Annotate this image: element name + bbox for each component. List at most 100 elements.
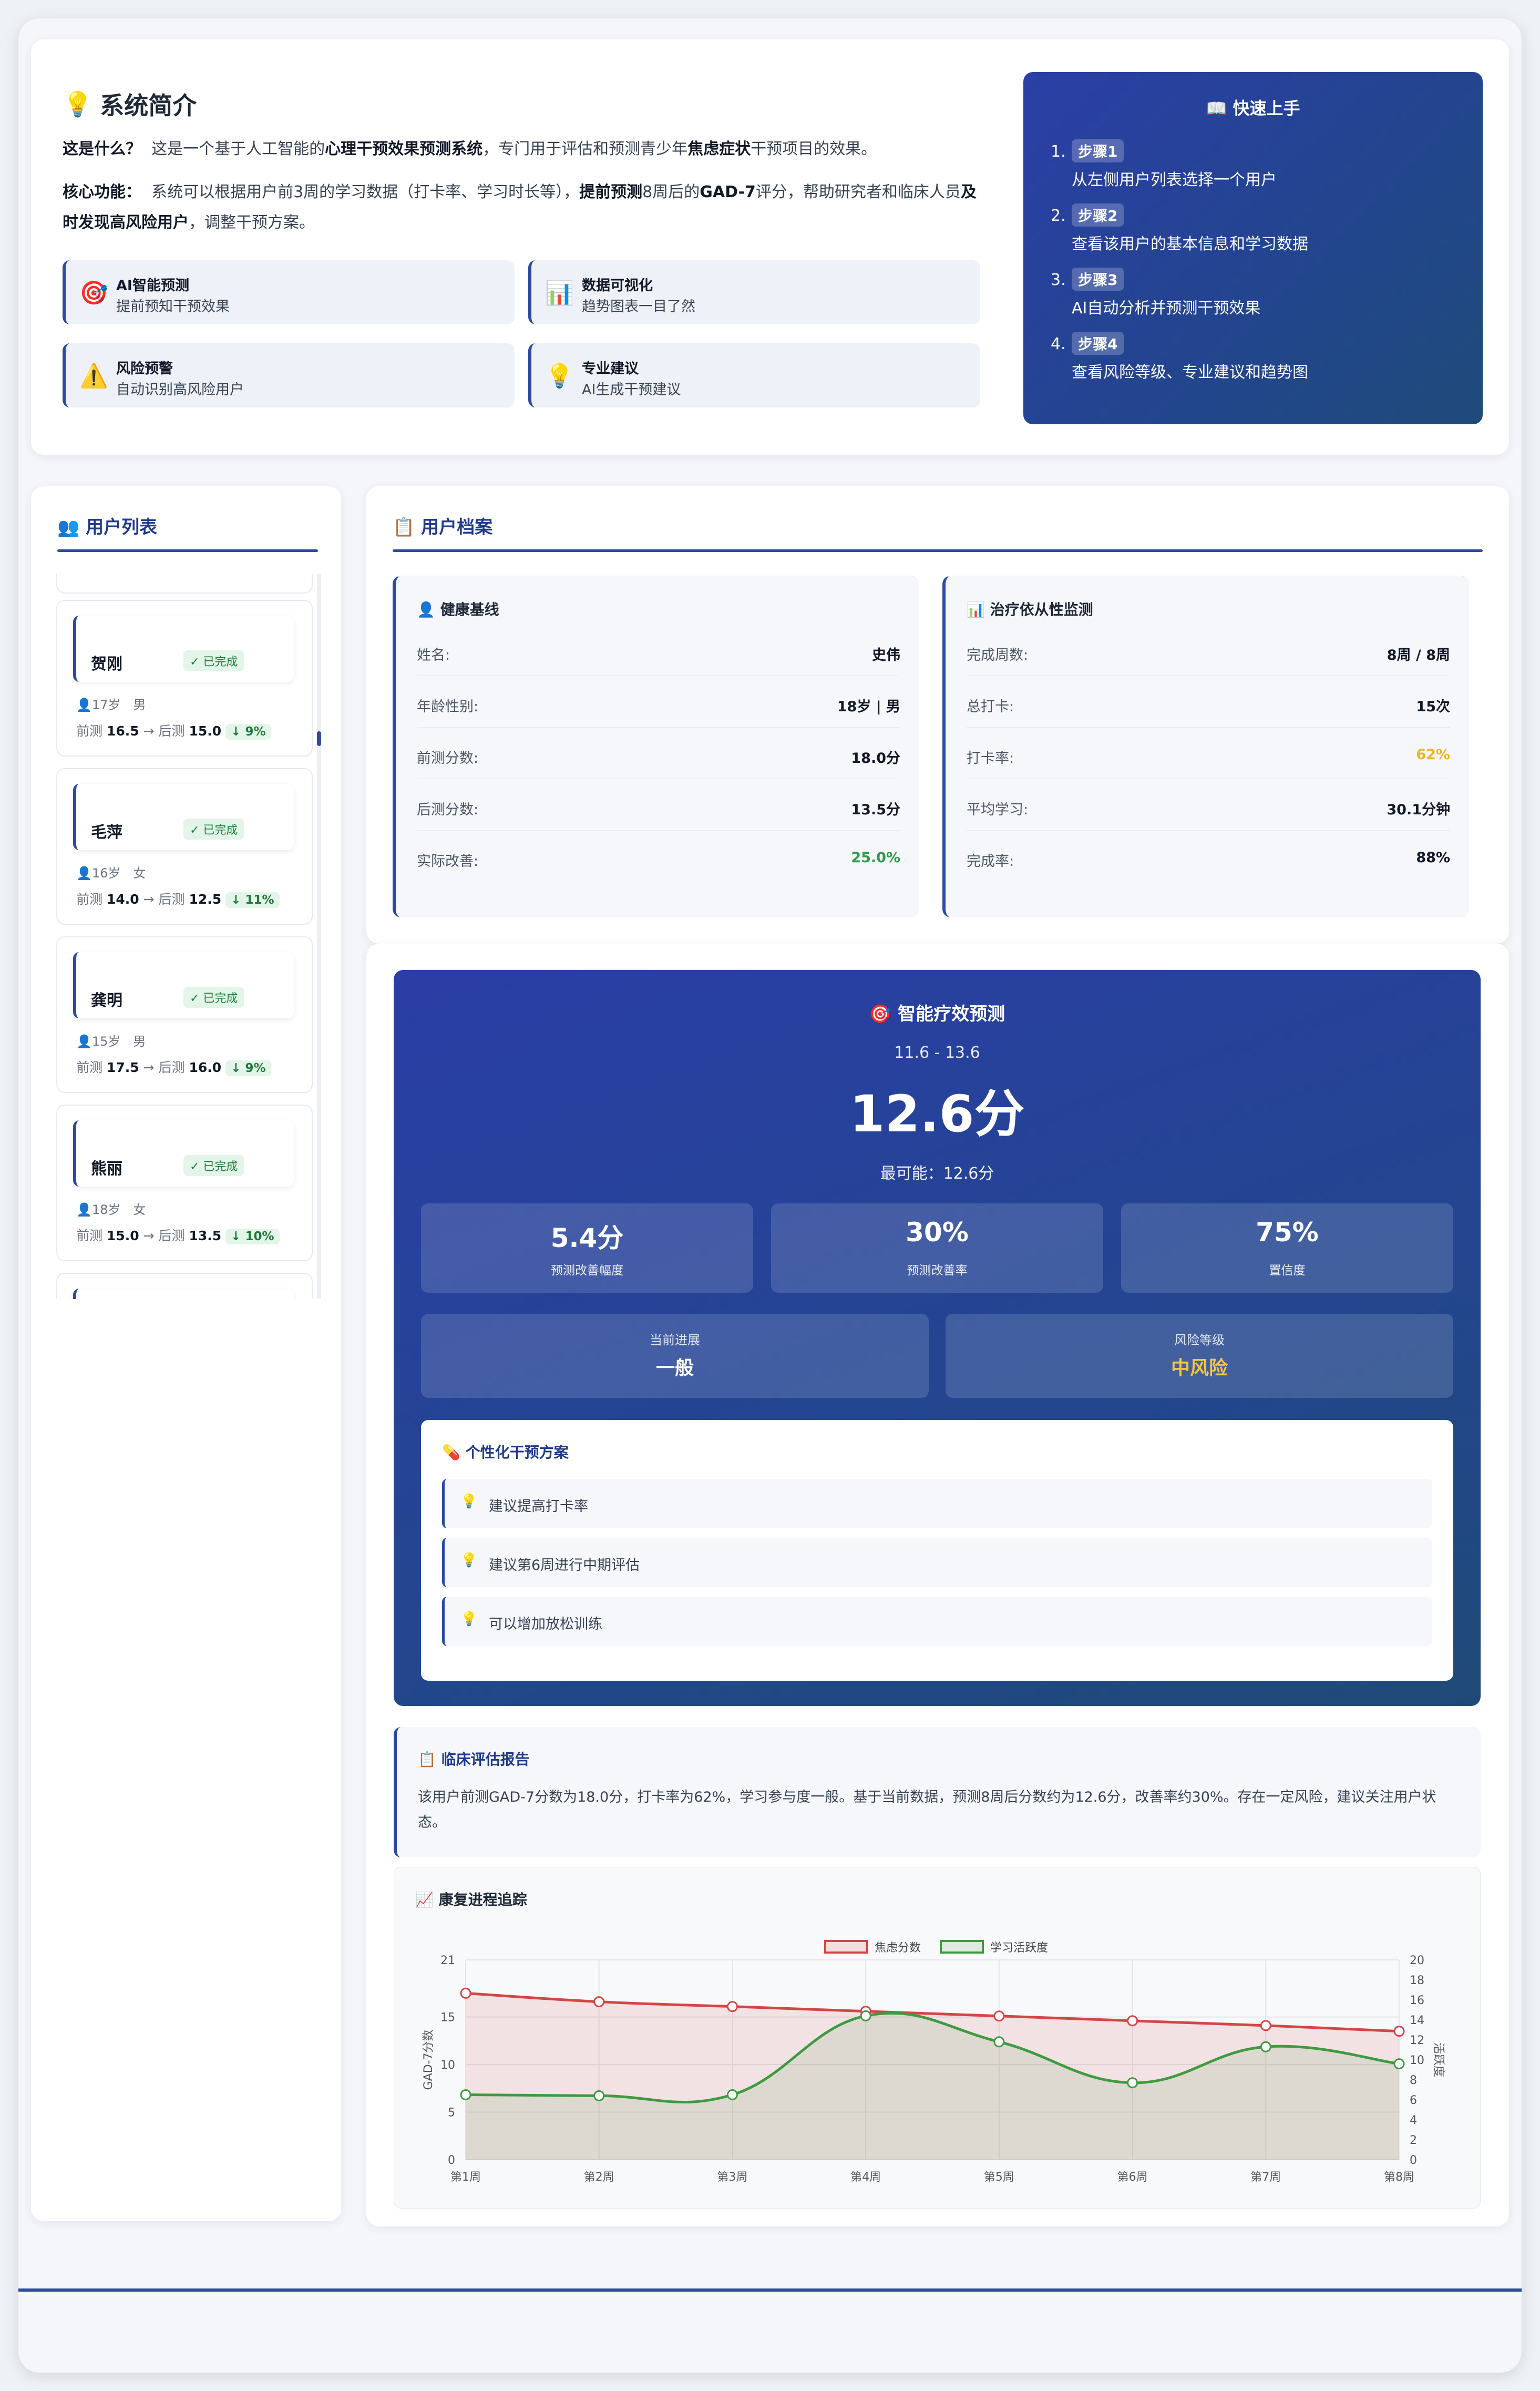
adherence-box: 📊 治疗依从性监测 完成周数: 8周 / 8周 总打卡: 15次 打卡率: 62% 平… (942, 576, 1469, 917)
y2-tick-label: 12 (1410, 2034, 1424, 2047)
lightbulb-icon: 💡 (545, 363, 574, 390)
suggestion-item: 💡 建议提高打卡率 (442, 1479, 1432, 1528)
lightbulb-icon: 💡 (460, 1552, 478, 1568)
feature-advice: 💡 专业建议 AI生成干预建议 (528, 343, 980, 407)
user-scores: 前测 16.5 → 后测 15.0 ↓ 9% (76, 721, 271, 740)
y-tick-label: 15 (440, 2011, 455, 2025)
data-point (1393, 2058, 1405, 2070)
lightbulb-icon: 💡 (63, 89, 93, 118)
user-name: 熊丽 (91, 1160, 122, 1178)
feature-risk-warning: ⚠️ 风险预警 自动识别高风险用户 (63, 343, 515, 407)
profile-row: 总打卡: 15次 (967, 676, 1450, 728)
data-point (1127, 2015, 1138, 2027)
data-point (593, 2090, 605, 2101)
data-point (1260, 2020, 1271, 2031)
y-tick-label: 5 (448, 2107, 455, 2120)
data-point (1260, 2041, 1271, 2052)
prediction-title: 🎯 智能疗效预测 (869, 1004, 1005, 1025)
x-tick-label: 第2周 (584, 2171, 614, 2184)
data-point (993, 2036, 1005, 2048)
user-profile-panel: 📋 用户档案 👤 健康基线 姓名: 史伟 年龄性别: 18岁 | 男 前测分数: 18… (366, 486, 1509, 944)
prediction-score: 12.6分 (849, 1085, 1025, 1143)
prediction-panel: 🎯 智能疗效预测 11.6 - 13.6 12.6分 最可能：12.6分 5.4… (366, 944, 1509, 2226)
user-name: 毛萍 (91, 823, 122, 842)
stat-improvement-rate: 30% 预测改善率 (771, 1203, 1103, 1293)
user-card[interactable] (56, 1273, 313, 1299)
user-meta: 👤17岁 男 (76, 698, 146, 712)
divider (57, 549, 318, 552)
quick-start-title: 📖 快速上手 (1206, 98, 1300, 118)
bar-chart-icon: 📊 (545, 280, 574, 306)
y2-tick-label: 2 (1410, 2134, 1417, 2147)
user-card[interactable]: 龚明 ✓ 已完成 👤15岁 男 前测 17.5 → 后测 16.0 ↓ 9% (56, 936, 313, 1093)
divider (393, 549, 1483, 552)
user-card[interactable]: 毛萍 ✓ 已完成 👤16岁 女 前测 14.0 → 后测 12.5 ↓ 11% (56, 768, 313, 925)
profile-row: 实际改善: 25.0% (417, 850, 900, 870)
x-tick-label: 第8周 (1384, 2171, 1414, 2184)
target-icon: 🎯 (79, 280, 108, 306)
status-badge: ✓ 已完成 (183, 987, 244, 1008)
x-tick-label: 第7周 (1250, 2171, 1281, 2184)
warning-icon: ⚠️ (79, 363, 108, 390)
y-tick-label: 10 (440, 2059, 455, 2072)
user-card[interactable] (56, 574, 313, 594)
data-point (726, 2001, 738, 2012)
x-tick-label: 第1周 (450, 2171, 481, 2184)
app-window: 💡 系统简介 这是什么？ 这是一个基于人工智能的心理干预效果预测系统，专门用于评… (18, 18, 1522, 2373)
scrollbar-track[interactable] (317, 574, 321, 1299)
quick-step-2: 2. 步骤2 查看该用户的基本信息和学习数据 (1051, 203, 1308, 253)
y2-tick-label: 6 (1410, 2094, 1417, 2107)
y2-tick-label: 14 (1410, 2014, 1424, 2027)
data-point (860, 2010, 871, 2021)
y2-tick-label: 16 (1410, 1994, 1424, 2007)
stat-confidence: 75% 置信度 (1121, 1203, 1453, 1293)
user-scores: 前测 15.0 → 后测 13.5 ↓ 10% (76, 1225, 280, 1244)
y2-tick-label: 8 (1410, 2074, 1417, 2087)
status-badge: ✓ 已完成 (183, 1155, 244, 1176)
intervention-plan: 💊 个性化干预方案 💡 建议提高打卡率 💡 建议第6周进行中期评估 💡 可以增加放松训… (421, 1420, 1453, 1681)
recovery-chart: 📈 康复进程追踪 0 5 10 15 21 0 2 4 6 8 10 12 14 16 18 20 第1周 第2周… (394, 1867, 1481, 2209)
scrollbar-thumb[interactable] (317, 731, 321, 746)
arrow-right-icon: → (143, 1060, 155, 1075)
x-tick-label: 第4周 (850, 2171, 881, 2184)
quick-step-1: 1. 步骤1 从左侧用户列表选择一个用户 (1051, 139, 1277, 189)
data-point (460, 2089, 471, 2100)
y2-tick-label: 18 (1410, 1974, 1424, 1987)
data-point (1127, 2077, 1138, 2089)
user-scores: 前测 14.0 → 后测 12.5 ↓ 11% (76, 889, 280, 908)
user-list-scroll[interactable]: 贺刚 ✓ 已完成 👤17岁 男 前测 16.5 → 后测 15.0 ↓ 9% 毛萍… (56, 574, 321, 1299)
user-meta: 👤16岁 女 (76, 866, 146, 881)
legend-label: 焦虑分数 (875, 1942, 921, 1955)
profile-row: 后测分数: 13.5分 (417, 779, 900, 831)
arrow-right-icon: → (143, 1228, 155, 1243)
status-badge: ✓ 已完成 (183, 819, 244, 840)
suggestion-item: 💡 建议第6周进行中期评估 (442, 1538, 1432, 1587)
prediction-likely: 最可能：12.6分 (880, 1164, 994, 1183)
quick-step-4: 4. 步骤4 查看风险等级、专业建议和趋势图 (1051, 332, 1308, 382)
lightbulb-icon: 💡 (460, 1494, 478, 1509)
profile-row: 平均学习: 30.1分钟 (967, 779, 1450, 831)
current-progress: 当前进展 一般 (421, 1314, 929, 1398)
user-list-panel: 👥 用户列表 贺刚 ✓ 已完成 👤17岁 男 前测 16.5 → 后测 15.0… (31, 486, 341, 2221)
user-name: 贺刚 (91, 655, 122, 673)
quick-start-panel: 📖 快速上手 1. 步骤1 从左侧用户列表选择一个用户 2. 步骤2 查看该用户的基… (1023, 72, 1483, 424)
arrow-right-icon: → (143, 723, 155, 739)
intro-title: 💡 系统简介 (63, 89, 197, 120)
arrow-right-icon: → (143, 892, 155, 907)
user-card[interactable]: 熊丽 ✓ 已完成 👤18岁 女 前测 15.0 → 后测 13.5 ↓ 10% (56, 1105, 313, 1261)
user-card[interactable]: 贺刚 ✓ 已完成 👤17岁 男 前测 16.5 → 后测 15.0 ↓ 9% (56, 600, 313, 757)
user-meta: 👤15岁 男 (76, 1034, 146, 1049)
y2-tick-label: 20 (1410, 1954, 1424, 1967)
profile-row: 前测分数: 18.0分 (417, 728, 900, 779)
data-point (1393, 2026, 1405, 2037)
stat-improvement: 5.4分 预测改善幅度 (421, 1203, 753, 1293)
data-point (460, 1987, 471, 1999)
data-point (726, 2089, 738, 2100)
x-tick-label: 第6周 (1117, 2171, 1148, 2184)
status-badge: ✓ 已完成 (183, 650, 244, 671)
feature-visualization: 📊 数据可视化 趋势图表一目了然 (528, 260, 980, 324)
x-tick-label: 第5周 (984, 2171, 1014, 2184)
profile-title: 📋 用户档案 (393, 517, 493, 538)
footer-divider (18, 2288, 1522, 2292)
line-chart: 0 5 10 15 21 0 2 4 6 8 10 12 14 16 18 20 第1周 第2周 第3周 第4周 第5周… (422, 1940, 1445, 2184)
